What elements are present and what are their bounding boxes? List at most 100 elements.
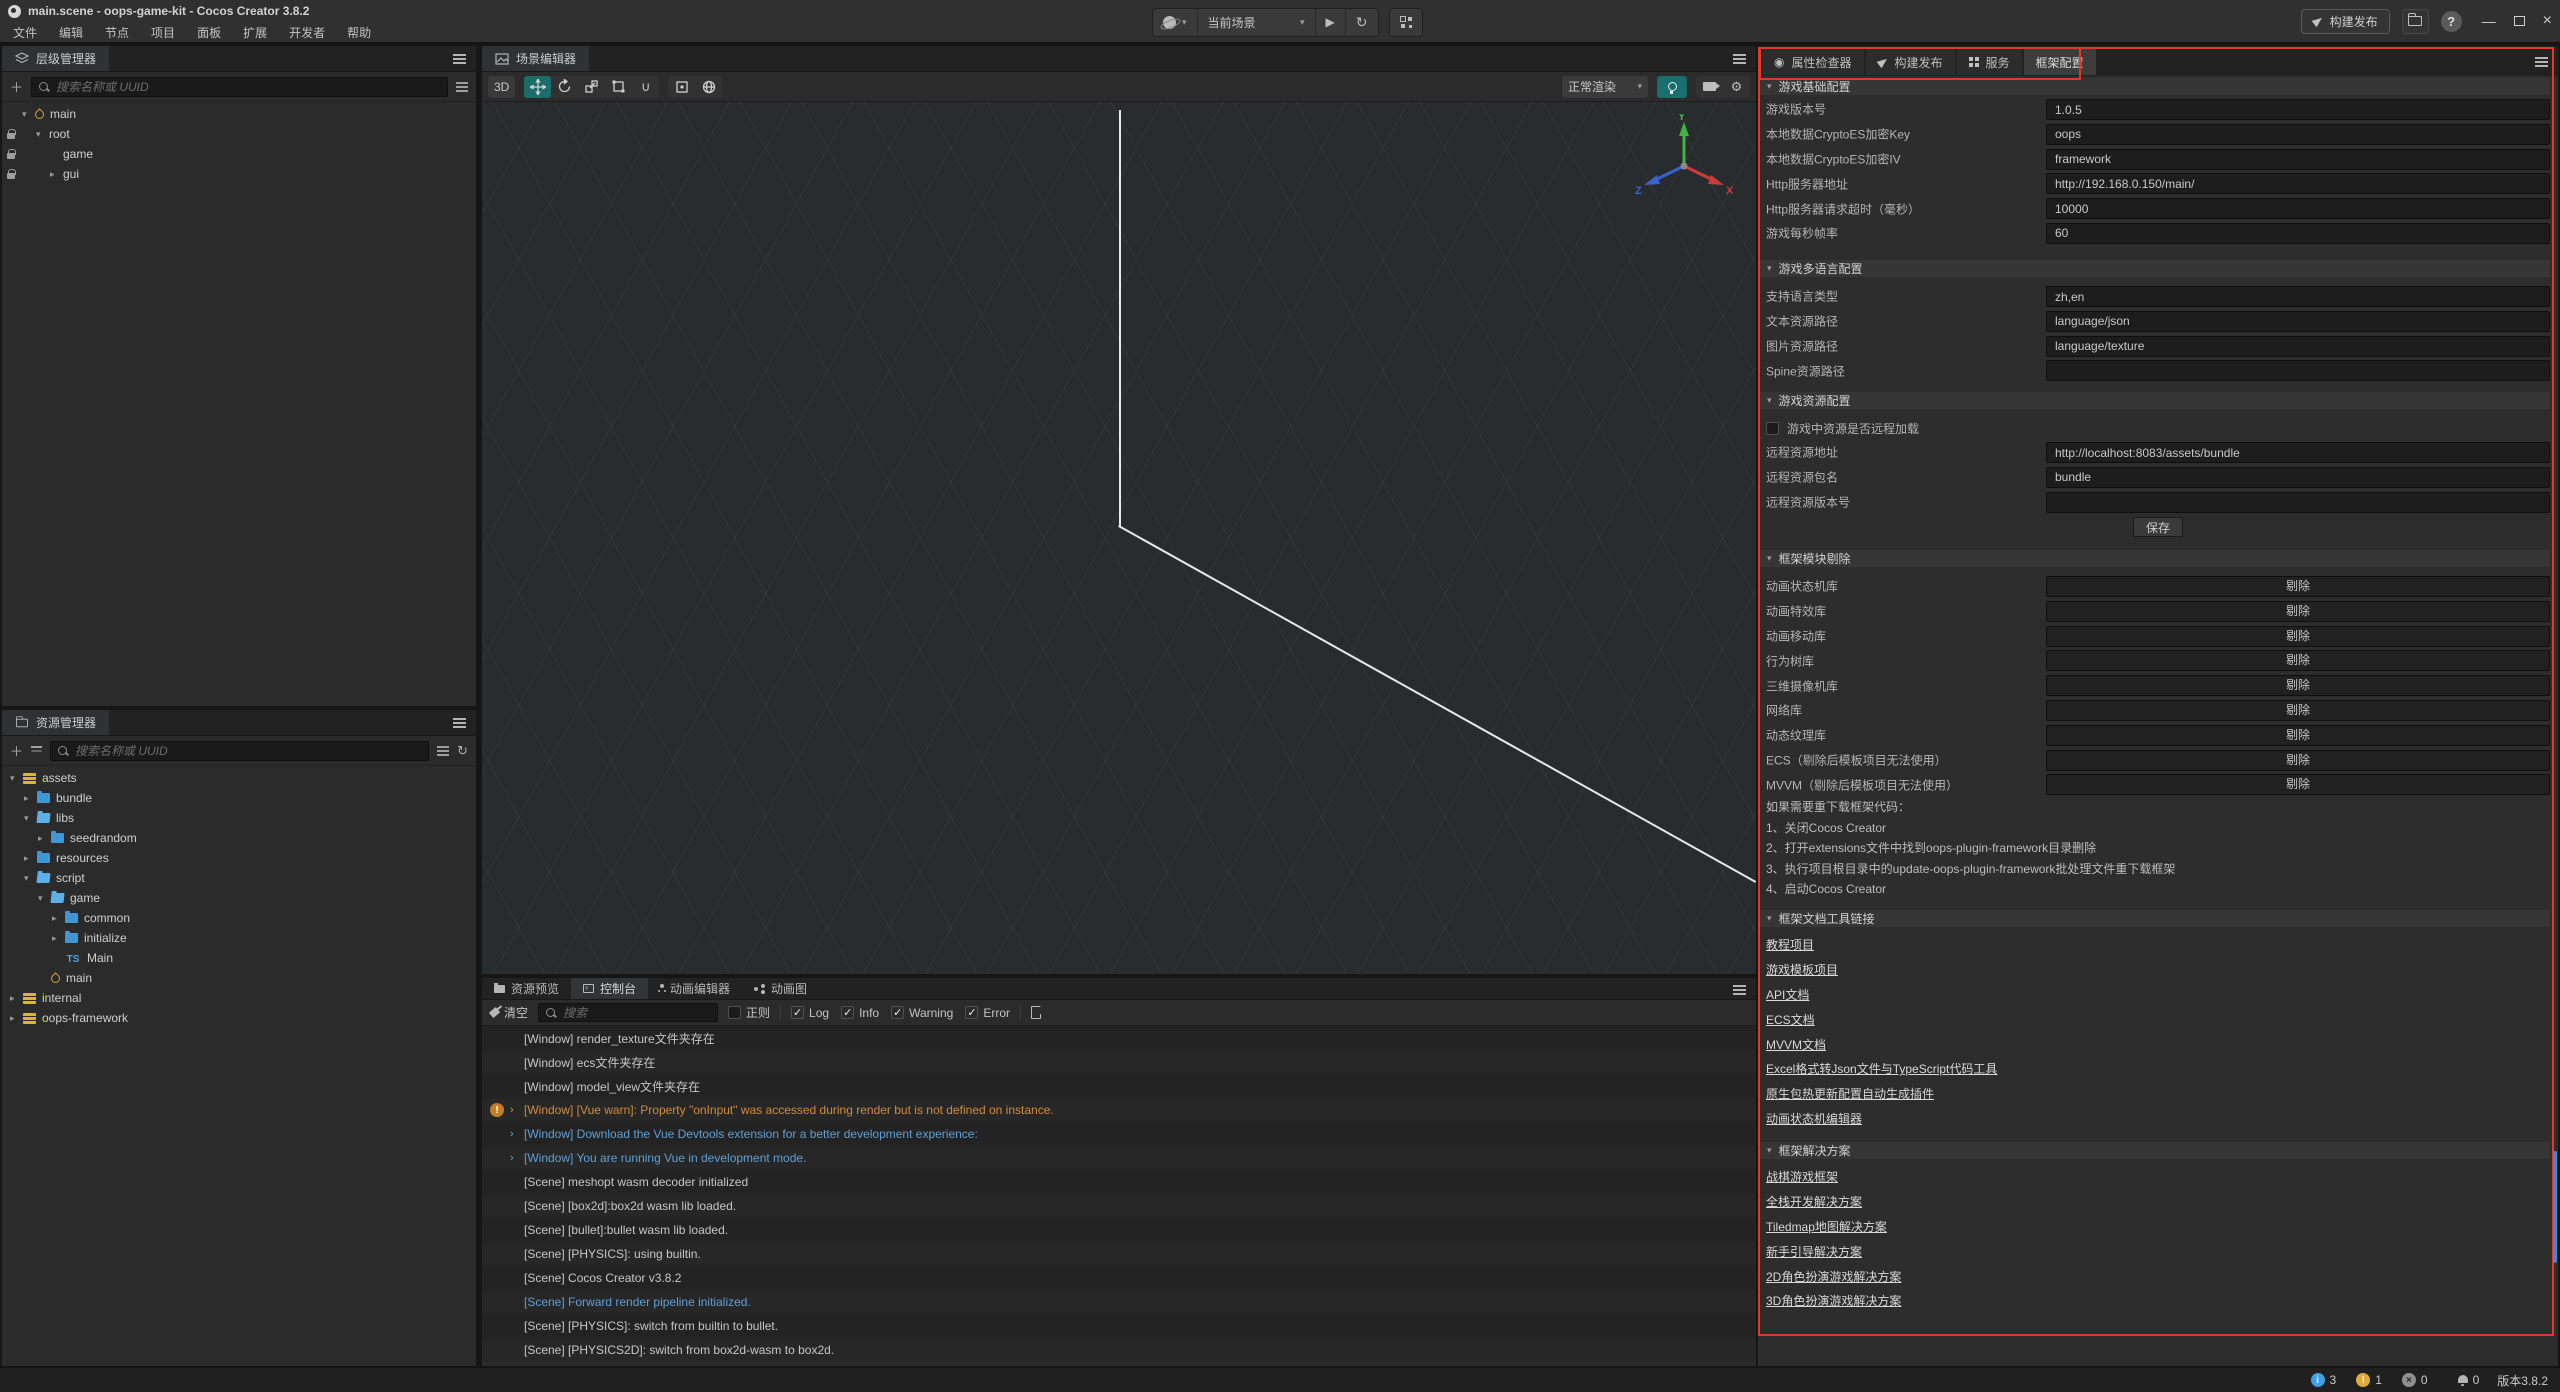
remove-module-button[interactable]: 剔除	[2046, 774, 2550, 795]
console-tab[interactable]: 动画图	[742, 978, 819, 999]
expand-arrow-icon[interactable]: ▾	[10, 773, 23, 784]
filter-checkbox[interactable]	[841, 1006, 854, 1019]
menu-item[interactable]: 文件	[2, 22, 48, 44]
tree-node-row[interactable]: ▸ gui	[2, 164, 476, 184]
console-tab[interactable]: 资源预览	[482, 978, 571, 999]
console-log-row[interactable]: ! › [Window] [Vue warn]: Property "onInp…	[482, 1098, 1756, 1122]
remove-module-button[interactable]: 剔除	[2046, 626, 2550, 647]
play-button[interactable]: ▶	[1315, 9, 1345, 36]
field-input[interactable]	[2046, 149, 2550, 170]
menu-item[interactable]: 节点	[94, 22, 140, 44]
tree-node-row[interactable]: ▸ bundle	[2, 788, 476, 808]
inspector-tab[interactable]: 框架配置	[2024, 49, 2096, 75]
field-input[interactable]	[2046, 124, 2550, 145]
console-log-row[interactable]: ! › [Window] Download the Vue Devtools e…	[482, 1122, 1756, 1146]
filter-checkbox[interactable]	[965, 1006, 978, 1019]
console-log-row[interactable]: ! › [Scene] [PHYSICS]: using builtin.	[482, 1242, 1756, 1266]
remove-module-button[interactable]: 剔除	[2046, 675, 2550, 696]
field-input[interactable]	[2046, 336, 2550, 357]
console-tab[interactable]: 动画编辑器	[648, 978, 742, 999]
doc-link[interactable]: 教程项目	[1766, 936, 1814, 953]
tree-node-row[interactable]: ▸ resources	[2, 848, 476, 868]
console-log-row[interactable]: ! › [Window] render_texture文件夹存在	[482, 1026, 1756, 1050]
remove-module-button[interactable]: 剔除	[2046, 700, 2550, 721]
scene-viewport[interactable]: Y X Z	[482, 102, 1756, 974]
regex-checkbox[interactable]	[728, 1006, 741, 1019]
space-tool-button[interactable]	[695, 76, 722, 98]
expand-arrow-icon[interactable]: ›	[510, 1128, 524, 1140]
filter-list-icon[interactable]	[437, 750, 449, 752]
scale-tool-button[interactable]	[578, 76, 605, 98]
panel-menu-icon[interactable]	[2535, 61, 2548, 63]
rotate-tool-button[interactable]	[551, 76, 578, 98]
inspector-tab[interactable]: 服务	[1957, 49, 2022, 75]
expand-arrow-icon[interactable]: ▸	[10, 1013, 23, 1024]
scene-selector[interactable]: 当前场景 ▾	[1197, 9, 1315, 36]
qr-preview-button[interactable]	[1390, 9, 1422, 36]
remove-module-button[interactable]: 剔除	[2046, 725, 2550, 746]
scene-settings-button[interactable]: ⚙	[1723, 76, 1750, 98]
minimize-button[interactable]: —	[2482, 13, 2496, 29]
hierarchy-search-input[interactable]: 搜索名称或 UUID	[31, 77, 448, 97]
menu-item[interactable]: 面板	[186, 22, 232, 44]
console-log-row[interactable]: ! › [Scene] meshopt wasm decoder initial…	[482, 1170, 1756, 1194]
tree-node-row[interactable]: ▾ assets	[2, 768, 476, 788]
field-input[interactable]	[2046, 198, 2550, 219]
mode-3d-button[interactable]: 3D	[488, 76, 515, 98]
expand-arrow-icon[interactable]: ▾	[24, 873, 37, 884]
field-input[interactable]	[2046, 492, 2550, 513]
solution-link[interactable]: Tiledmap地图解决方案	[1766, 1218, 1887, 1235]
section-modules[interactable]: ▾ 框架模块剔除	[1760, 550, 2550, 567]
move-tool-button[interactable]	[524, 76, 551, 98]
doc-link[interactable]: 游戏模板项目	[1766, 961, 1838, 978]
orientation-gizmo[interactable]: Y X Z	[1634, 114, 1734, 214]
doc-link[interactable]: MVVM文档	[1766, 1036, 1826, 1053]
section-docs[interactable]: ▾ 框架文档工具链接	[1760, 910, 2550, 927]
field-input[interactable]	[2046, 99, 2550, 120]
filter-list-icon[interactable]	[456, 86, 468, 88]
restart-button[interactable]: ↻	[1345, 9, 1378, 36]
tree-node-row[interactable]: ▸ oops-framework	[2, 1008, 476, 1028]
log-level-filter[interactable]: Warning	[891, 1006, 953, 1020]
console-log-row[interactable]: ! › [Scene] [bullet]:bullet wasm lib loa…	[482, 1218, 1756, 1242]
status-notifications[interactable]: 0	[2458, 1373, 2480, 1387]
console-tab[interactable]: 控制台	[571, 978, 648, 999]
tree-node-row[interactable]: main	[2, 968, 476, 988]
pivot-tool-button[interactable]	[668, 76, 695, 98]
expand-arrow-icon[interactable]: ▾	[36, 129, 49, 140]
filter-checkbox[interactable]	[791, 1006, 804, 1019]
tab-hierarchy[interactable]: 层级管理器	[2, 46, 109, 71]
lighting-toggle[interactable]	[1657, 76, 1687, 98]
section-resource-config[interactable]: ▾ 游戏资源配置	[1760, 392, 2550, 409]
inspector-tab[interactable]: 构建发布	[1866, 49, 1955, 75]
panel-menu-icon[interactable]	[453, 58, 466, 60]
console-log-row[interactable]: ! › [Window] ecs文件夹存在	[482, 1050, 1756, 1074]
console-search-input[interactable]: 搜索	[538, 1003, 718, 1022]
close-button[interactable]: ×	[2543, 12, 2552, 30]
menu-item[interactable]: 编辑	[48, 22, 94, 44]
tree-node-row[interactable]: Main	[2, 948, 476, 968]
expand-arrow-icon[interactable]: ▾	[24, 813, 37, 824]
expand-arrow-icon[interactable]: ▸	[24, 853, 37, 864]
console-log-row[interactable]: ! › [Scene] Forward render pipeline init…	[482, 1290, 1756, 1314]
expand-arrow-icon[interactable]: ▾	[38, 893, 51, 904]
solution-link[interactable]: 3D角色扮演游戏解决方案	[1766, 1292, 1901, 1309]
open-project-folder-button[interactable]	[2402, 9, 2429, 34]
field-input[interactable]	[2046, 223, 2550, 244]
doc-link[interactable]: ECS文档	[1766, 1011, 1815, 1028]
assets-search-input[interactable]: 搜索名称或 UUID	[50, 741, 429, 761]
camera-button[interactable]	[1696, 76, 1723, 98]
expand-arrow-icon[interactable]: ›	[510, 1104, 524, 1116]
build-publish-button[interactable]: 构建发布	[2301, 9, 2390, 34]
log-level-filter[interactable]: Log	[791, 1006, 829, 1020]
section-basic-config[interactable]: ▾ 游戏基础配置	[1760, 78, 2550, 95]
console-log-row[interactable]: ! › [Scene] Cocos Creator v3.8.2	[482, 1266, 1756, 1290]
panel-menu-icon[interactable]	[1733, 989, 1746, 991]
tree-node-row[interactable]: ▸ internal	[2, 988, 476, 1008]
tree-node-row[interactable]: game	[2, 144, 476, 164]
expand-arrow-icon[interactable]: ›	[510, 1152, 524, 1164]
add-asset-button[interactable]: ＋	[10, 741, 23, 760]
tree-node-row[interactable]: ▾ main	[2, 104, 476, 124]
console-log-row[interactable]: ! › [Window] model_view文件夹存在	[482, 1074, 1756, 1098]
console-log-row[interactable]: ! › [Scene] [PHYSICS]: switch from built…	[482, 1314, 1756, 1338]
